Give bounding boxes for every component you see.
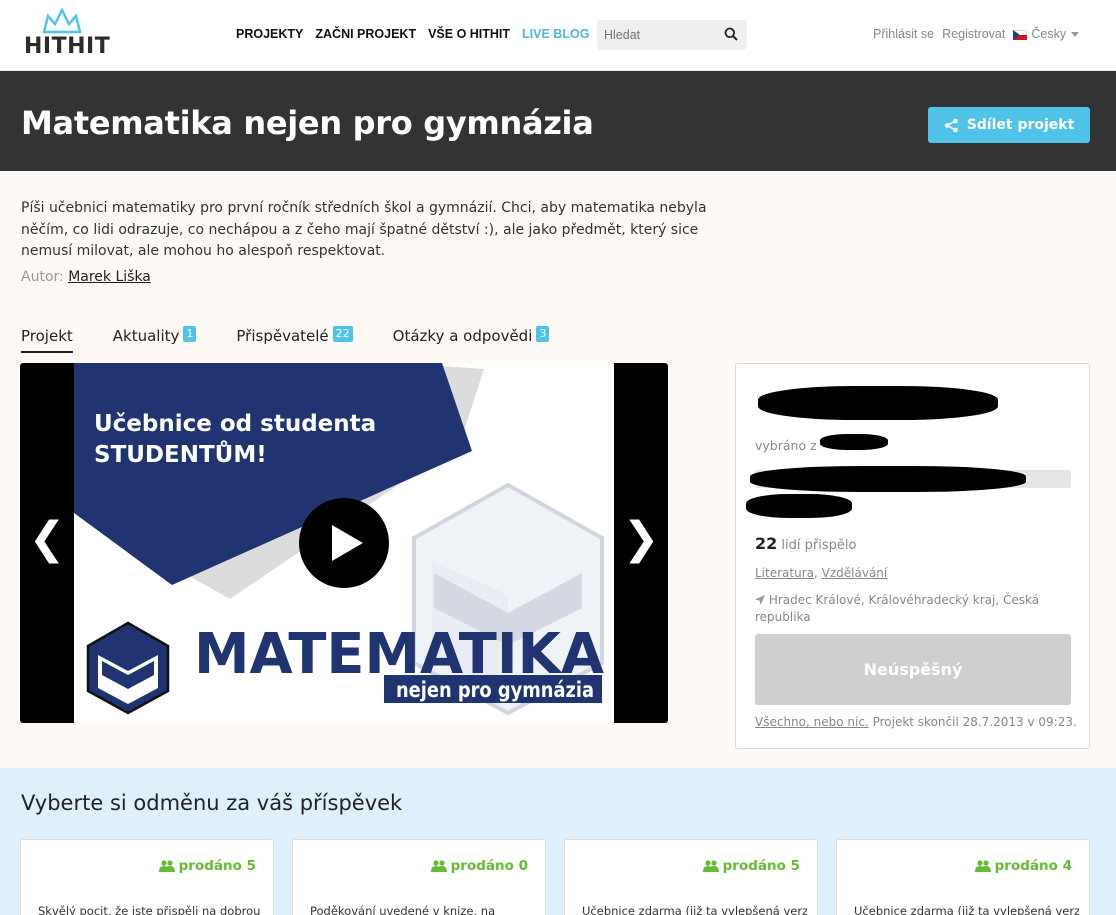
rewards-heading: Vyberte si odměnu za váš příspěvek xyxy=(21,791,403,815)
prev-arrow-icon[interactable]: ❮ xyxy=(20,513,74,564)
redacted-goal xyxy=(820,434,888,450)
project-ended-note: Všechno, nebo nic. Projekt skončil 28.7.… xyxy=(755,715,1077,729)
hithit-logo[interactable]: HITHIT xyxy=(24,8,110,60)
reward-description: Poděkování uvedené v knize, na xyxy=(310,904,496,915)
cube-logo xyxy=(86,621,170,715)
sold-label: prodáno 5 xyxy=(722,858,800,874)
users-icon xyxy=(430,860,447,872)
funding-box: vybráno z 22 lidí přispělo Literatura, V… xyxy=(735,363,1090,749)
redacted-progress xyxy=(750,466,1026,492)
tab-project[interactable]: Projekt xyxy=(21,327,73,353)
search-box xyxy=(597,20,747,50)
status-unsuccessful-button: Neúspěšný xyxy=(755,634,1071,705)
video-thumbnail: Učebnice od studenta STUDENTŮM! MATEMATI… xyxy=(74,363,614,723)
project-description: Píši učebnici matematiky pro první roční… xyxy=(21,200,707,259)
sold-label: prodáno 4 xyxy=(994,858,1072,874)
language-selector[interactable]: Česky xyxy=(1013,27,1080,41)
logo-text: HITHIT xyxy=(24,34,111,59)
location-text: Hradec Králové, Královéhradecký kraj, Če… xyxy=(755,593,1040,624)
rewards-section: Vyberte si odměnu za váš příspěvek prodá… xyxy=(0,768,1116,915)
project-tabs: Projekt Aktuality 1 Přispěvatelé 22 Otáz… xyxy=(21,326,589,353)
share-project-button[interactable]: Sdílet projekt xyxy=(928,107,1090,143)
project-title: Matematika nejen pro gymnázia xyxy=(21,104,594,142)
redacted-amount xyxy=(758,386,998,420)
sold-count: prodáno 0 xyxy=(430,858,528,874)
project-content: Píši učebnici matematiky pro první roční… xyxy=(0,171,1116,768)
tab-label: Otázky a odpovědi xyxy=(392,327,533,345)
reward-card[interactable]: prodáno 4 Učebnice zdarma (již ta vylepš… xyxy=(836,839,1090,915)
users-icon xyxy=(702,860,719,872)
reward-card[interactable]: prodáno 5 Učebnice zdarma (již ta vylepš… xyxy=(564,839,818,915)
user-links: Přihlásit se Registrovat Česky xyxy=(873,27,1080,41)
reward-description: Skvělý pocit, že jste přispěli na dobrou xyxy=(38,904,261,915)
project-header: Matematika nejen pro gymnázia Sdílet pro… xyxy=(0,71,1116,171)
reward-description: Učebnice zdarma (již ta vylepšená verze, xyxy=(582,904,807,915)
nav-projects[interactable]: PROJEKTY xyxy=(236,27,303,41)
logo-crown-icon xyxy=(42,8,82,34)
search-input[interactable] xyxy=(597,20,721,50)
sold-count: prodáno 5 xyxy=(702,858,800,874)
search-icon[interactable] xyxy=(724,27,738,41)
author-line: Autor: Marek Liška xyxy=(21,269,151,285)
redacted-percent xyxy=(746,494,852,518)
tab-label: Přispěvatelé xyxy=(236,327,329,345)
categories: Literatura, Vzdělávání xyxy=(755,566,888,580)
location: Hradec Králové, Královéhradecký kraj, Če… xyxy=(755,592,1065,626)
contributors-label: lidí přispělo xyxy=(781,538,857,553)
tab-label: Aktuality xyxy=(112,327,180,345)
video-player[interactable]: Učebnice od studenta STUDENTŮM! MATEMATI… xyxy=(20,363,668,723)
count-badge: 1 xyxy=(183,326,197,342)
video-headline-1: Učebnice od studenta xyxy=(94,411,376,437)
category-link[interactable]: Vzdělávání xyxy=(822,566,888,580)
language-label: Česky xyxy=(1031,27,1067,41)
nav-about[interactable]: VŠE O HITHIT xyxy=(428,27,510,41)
reward-card[interactable]: prodáno 5 Skvělý pocit, že jste přispěli… xyxy=(20,839,274,915)
collected-label: vybráno z xyxy=(755,438,817,453)
czech-flag-icon xyxy=(1013,29,1028,40)
users-icon xyxy=(974,860,991,872)
reward-description: Učebnice zdarma (již ta vylepšená verze, xyxy=(854,904,1079,915)
login-link[interactable]: Přihlásit se xyxy=(873,27,934,41)
top-navbar: HITHIT PROJEKTY ZAČNI PROJEKT VŠE O HITH… xyxy=(0,0,1116,71)
sold-label: prodáno 5 xyxy=(178,858,256,874)
reward-card[interactable]: prodáno 0 Poděkování uvedené v knize, na xyxy=(292,839,546,915)
author-label: Autor: xyxy=(21,269,64,285)
count-badge: 3 xyxy=(536,326,550,342)
tab-contributors[interactable]: Přispěvatelé 22 xyxy=(236,326,353,353)
nav-start-project[interactable]: ZAČNI PROJEKT xyxy=(315,27,416,41)
users-icon xyxy=(158,860,175,872)
tab-faq[interactable]: Otázky a odpovědi 3 xyxy=(392,326,550,353)
nav-live-blog[interactable]: LIVE BLOG xyxy=(522,27,589,41)
caret-down-icon xyxy=(1071,32,1080,38)
sold-count: prodáno 4 xyxy=(974,858,1072,874)
all-or-nothing-link[interactable]: Všechno, nebo nic. xyxy=(755,715,869,729)
share-label: Sdílet projekt xyxy=(966,117,1075,133)
tab-news[interactable]: Aktuality 1 xyxy=(112,326,197,353)
count-badge: 22 xyxy=(332,326,353,342)
video-headline-2: STUDENTŮM! xyxy=(94,440,267,468)
register-link[interactable]: Registrovat xyxy=(942,27,1005,41)
next-arrow-icon[interactable]: ❯ xyxy=(614,513,668,564)
sold-count: prodáno 5 xyxy=(158,858,256,874)
main-nav: PROJEKTY ZAČNI PROJEKT VŠE O HITHIT LIVE… xyxy=(236,27,589,41)
share-icon xyxy=(944,118,958,132)
video-subtitle: nejen pro gymnázia xyxy=(396,678,594,702)
contributors-number: 22 xyxy=(755,534,778,553)
author-link[interactable]: Marek Liška xyxy=(68,269,151,285)
ended-text: Projekt skončil 28.7.2013 v 09:23. xyxy=(872,715,1077,729)
contributors-count: 22 lidí přispělo xyxy=(755,534,856,553)
location-arrow-icon xyxy=(755,595,765,605)
tab-label: Projekt xyxy=(21,327,73,345)
category-link[interactable]: Literatura xyxy=(755,566,814,580)
sold-label: prodáno 0 xyxy=(450,858,528,874)
